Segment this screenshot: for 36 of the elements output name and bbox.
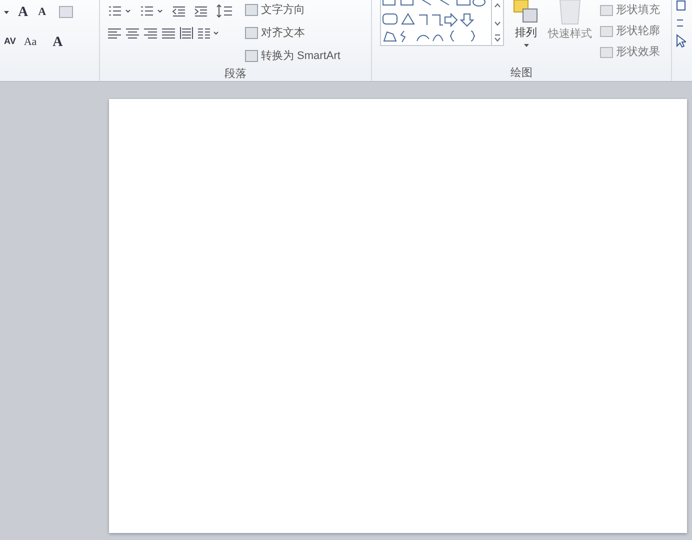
- distributed-icon[interactable]: [180, 27, 193, 39]
- command-button[interactable]: 对齐文本: [245, 23, 340, 43]
- command-button[interactable]: 形状填充: [600, 1, 660, 19]
- shapes-gallery[interactable]: [380, 0, 504, 46]
- arrange-icon: [513, 0, 539, 24]
- increase-indent-icon[interactable]: [194, 5, 208, 17]
- command-icon: [245, 4, 258, 16]
- character-spacing-button[interactable]: AV: [4, 35, 16, 49]
- change-case-button[interactable]: Aa: [24, 34, 37, 50]
- command-icon: [600, 4, 613, 16]
- arrange-button[interactable]: 排列: [515, 27, 537, 41]
- group-label: 段落: [224, 66, 246, 82]
- command-button[interactable]: 转换为 SmartArt: [245, 46, 340, 66]
- command-icon: [245, 50, 258, 62]
- grow-font-button[interactable]: A: [17, 2, 30, 22]
- command-icon: [600, 26, 613, 36]
- shrink-font-button[interactable]: A: [37, 4, 48, 20]
- align-center-icon[interactable]: [126, 28, 139, 38]
- cursor-icon[interactable]: [676, 34, 686, 48]
- dropdown-arrow-icon[interactable]: [4, 10, 9, 14]
- justify-icon[interactable]: [162, 28, 175, 38]
- group-label: 绘图: [510, 66, 532, 81]
- numbered-list-icon[interactable]: [140, 5, 164, 17]
- command-button[interactable]: 形状效果: [600, 43, 660, 61]
- command-icon: [245, 27, 258, 39]
- align-right-icon[interactable]: [144, 28, 157, 38]
- gallery-scroll-icon[interactable]: [494, 2, 501, 42]
- decrease-indent-icon[interactable]: [172, 5, 186, 17]
- command-button[interactable]: 形状轮廓: [600, 22, 660, 40]
- align-left-icon[interactable]: [108, 28, 121, 38]
- command-button[interactable]: 文字方向: [245, 0, 340, 20]
- bullet-list-icon[interactable]: [108, 5, 132, 17]
- columns-icon[interactable]: [198, 28, 220, 38]
- command-icon: [600, 46, 613, 58]
- font-color-button[interactable]: A: [52, 32, 63, 52]
- dropdown-arrow-icon[interactable]: [524, 44, 528, 47]
